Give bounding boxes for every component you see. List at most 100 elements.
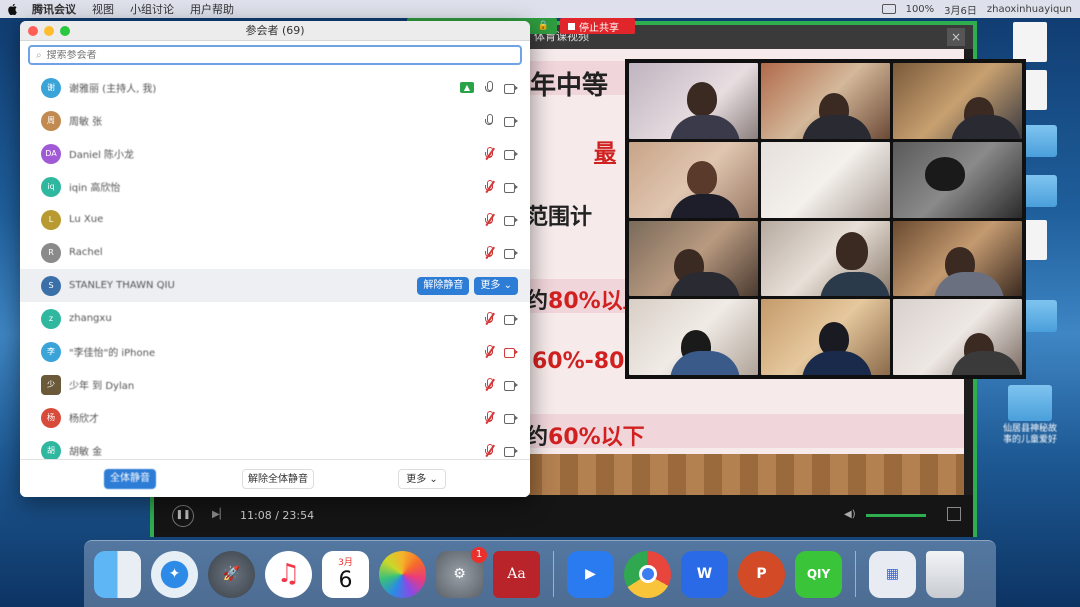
chevron-down-icon: ⌄	[503, 279, 512, 291]
participant-row[interactable]: 胡 胡敏 金	[20, 434, 530, 461]
avatar: S	[41, 275, 61, 296]
chrome-icon[interactable]	[624, 550, 671, 598]
photos-icon[interactable]	[379, 550, 426, 598]
participant-row[interactable]: 周 周敏 张	[20, 104, 530, 137]
video-camera-icon[interactable]	[504, 182, 518, 193]
microphone-muted-icon[interactable]	[484, 179, 495, 194]
participant-name: 谢雅丽 (主持人, 我)	[69, 84, 157, 95]
desktop-folder-4[interactable]: 仙居县神秘故事的儿童爱好	[1000, 385, 1060, 446]
screen-icon[interactable]	[881, 4, 896, 14]
player-close-icon[interactable]: ×	[947, 28, 965, 46]
dictionary-icon[interactable]: Aa	[493, 550, 540, 598]
stop-share-button[interactable]: 停止共享	[560, 18, 635, 34]
participant-row[interactable]: 谢 谢雅丽 (主持人, 我) ▲	[20, 71, 530, 104]
menu-item-view[interactable]: 视图	[92, 1, 114, 17]
video-camera-icon[interactable]	[504, 314, 518, 325]
participant-name: Daniel 陈小龙	[69, 150, 135, 161]
video-camera-icon[interactable]	[504, 116, 518, 127]
iqiyi-icon[interactable]: QIY	[795, 550, 842, 598]
zoom-window-icon[interactable]	[60, 26, 70, 36]
participant-row[interactable]: DA Daniel 陈小龙	[20, 137, 530, 170]
clock-date[interactable]: 3月6日	[944, 2, 977, 17]
video-tile[interactable]	[893, 63, 1022, 139]
launchpad-icon[interactable]: 🚀	[208, 550, 255, 598]
participant-row[interactable]: z zhangxu	[20, 302, 530, 335]
participant-row[interactable]: R Rachel	[20, 236, 530, 269]
video-camera-icon[interactable]	[504, 446, 518, 457]
volume-icon[interactable]: ◀)	[844, 509, 856, 520]
menu-app-name[interactable]: 腾讯会议	[32, 1, 76, 17]
microphone-muted-icon[interactable]	[484, 212, 495, 227]
video-tile[interactable]	[629, 299, 758, 375]
video-tile[interactable]	[629, 63, 758, 139]
video-tile[interactable]	[761, 63, 890, 139]
video-tile[interactable]	[893, 220, 1022, 297]
unmute-all-button[interactable]: 解除全体静音	[242, 468, 314, 489]
microphone-muted-icon[interactable]	[484, 344, 495, 359]
fullscreen-icon[interactable]	[947, 507, 961, 521]
video-camera-icon[interactable]	[504, 83, 518, 94]
participant-row[interactable]: 杨 杨欣才	[20, 401, 530, 434]
video-tile[interactable]	[893, 299, 1022, 375]
participant-name: 胡敏 金	[69, 447, 103, 458]
safari-icon[interactable]: ✦	[151, 550, 198, 598]
video-camera-icon[interactable]	[504, 248, 518, 259]
user-name[interactable]: zhaoxinhuayiqun	[987, 4, 1072, 15]
video-tile[interactable]	[893, 141, 1022, 218]
video-camera-icon[interactable]	[504, 380, 518, 391]
wps-icon[interactable]: W	[681, 550, 728, 598]
video-camera-icon[interactable]	[504, 215, 518, 226]
search-input[interactable]	[46, 49, 347, 61]
powerpoint-icon[interactable]: P	[738, 550, 785, 598]
participant-row[interactable]: 李 "李佳怡"的 iPhone	[20, 335, 530, 368]
pause-icon[interactable]: ❚❚	[172, 505, 194, 527]
search-box[interactable]: ⌕	[28, 45, 522, 65]
minimize-window-icon[interactable]	[44, 26, 54, 36]
next-icon[interactable]: ▶▏	[212, 509, 227, 520]
tencent-meeting-icon[interactable]: ▶	[567, 550, 614, 598]
microphone-muted-icon[interactable]	[484, 146, 495, 161]
apple-icon[interactable]	[8, 3, 18, 15]
participant-row[interactable]: L Lu Xue	[20, 203, 530, 236]
calendar-icon[interactable]: 3月 6	[322, 550, 369, 598]
video-camera-icon[interactable]	[504, 413, 518, 424]
slide-line-6-pct: 60%以下	[548, 425, 645, 450]
player-time: 11:08 / 23:54	[240, 509, 315, 522]
battery-percent[interactable]: 100%	[906, 4, 935, 15]
footer-more-button[interactable]: 更多 ⌄	[398, 468, 446, 489]
menu-item-help[interactable]: 用户帮助	[190, 1, 234, 17]
microphone-icon[interactable]	[484, 80, 494, 95]
close-window-icon[interactable]	[28, 26, 38, 36]
video-camera-off-icon[interactable]	[504, 347, 518, 358]
participant-row-selected[interactable]: S STANLEY THAWN QIU 解除静音 更多 ⌄	[20, 269, 530, 302]
participant-row[interactable]: 少 少年 到 Dylan	[20, 368, 530, 401]
video-tile[interactable]	[629, 220, 758, 297]
microphone-muted-icon[interactable]	[484, 443, 495, 458]
participant-name: STANLEY THAWN QIU	[69, 280, 175, 291]
more-options-button[interactable]: 更多 ⌄	[474, 276, 518, 295]
participant-name: 杨欣才	[69, 414, 99, 425]
video-tile[interactable]	[761, 141, 890, 218]
trash-icon[interactable]	[926, 550, 964, 598]
desktop-icon-1[interactable]	[1000, 22, 1060, 62]
microphone-muted-icon[interactable]	[484, 410, 495, 425]
mute-all-button[interactable]: 全体静音	[104, 468, 156, 489]
system-preferences-icon[interactable]: ⚙ 1	[436, 546, 487, 598]
menu-item-breakout[interactable]: 小组讨论	[130, 1, 174, 17]
participant-row[interactable]: iq iqin 高欣怡	[20, 170, 530, 203]
screenshot-folder-icon[interactable]: ▦	[869, 550, 916, 598]
video-tile[interactable]	[629, 141, 758, 218]
video-tile[interactable]	[761, 220, 890, 297]
microphone-muted-icon[interactable]	[484, 311, 495, 326]
volume-slider[interactable]	[866, 514, 926, 517]
finder-icon[interactable]	[94, 550, 141, 598]
video-gallery	[625, 59, 1026, 379]
microphone-icon[interactable]	[484, 113, 494, 128]
music-icon[interactable]: ♫	[265, 550, 312, 598]
video-tile[interactable]	[761, 299, 890, 375]
video-camera-icon[interactable]	[504, 149, 518, 160]
microphone-muted-icon[interactable]	[484, 245, 495, 260]
microphone-muted-icon[interactable]	[484, 377, 495, 392]
unmute-button[interactable]: 解除静音	[417, 276, 470, 295]
stop-share-label: 停止共享	[579, 22, 619, 34]
